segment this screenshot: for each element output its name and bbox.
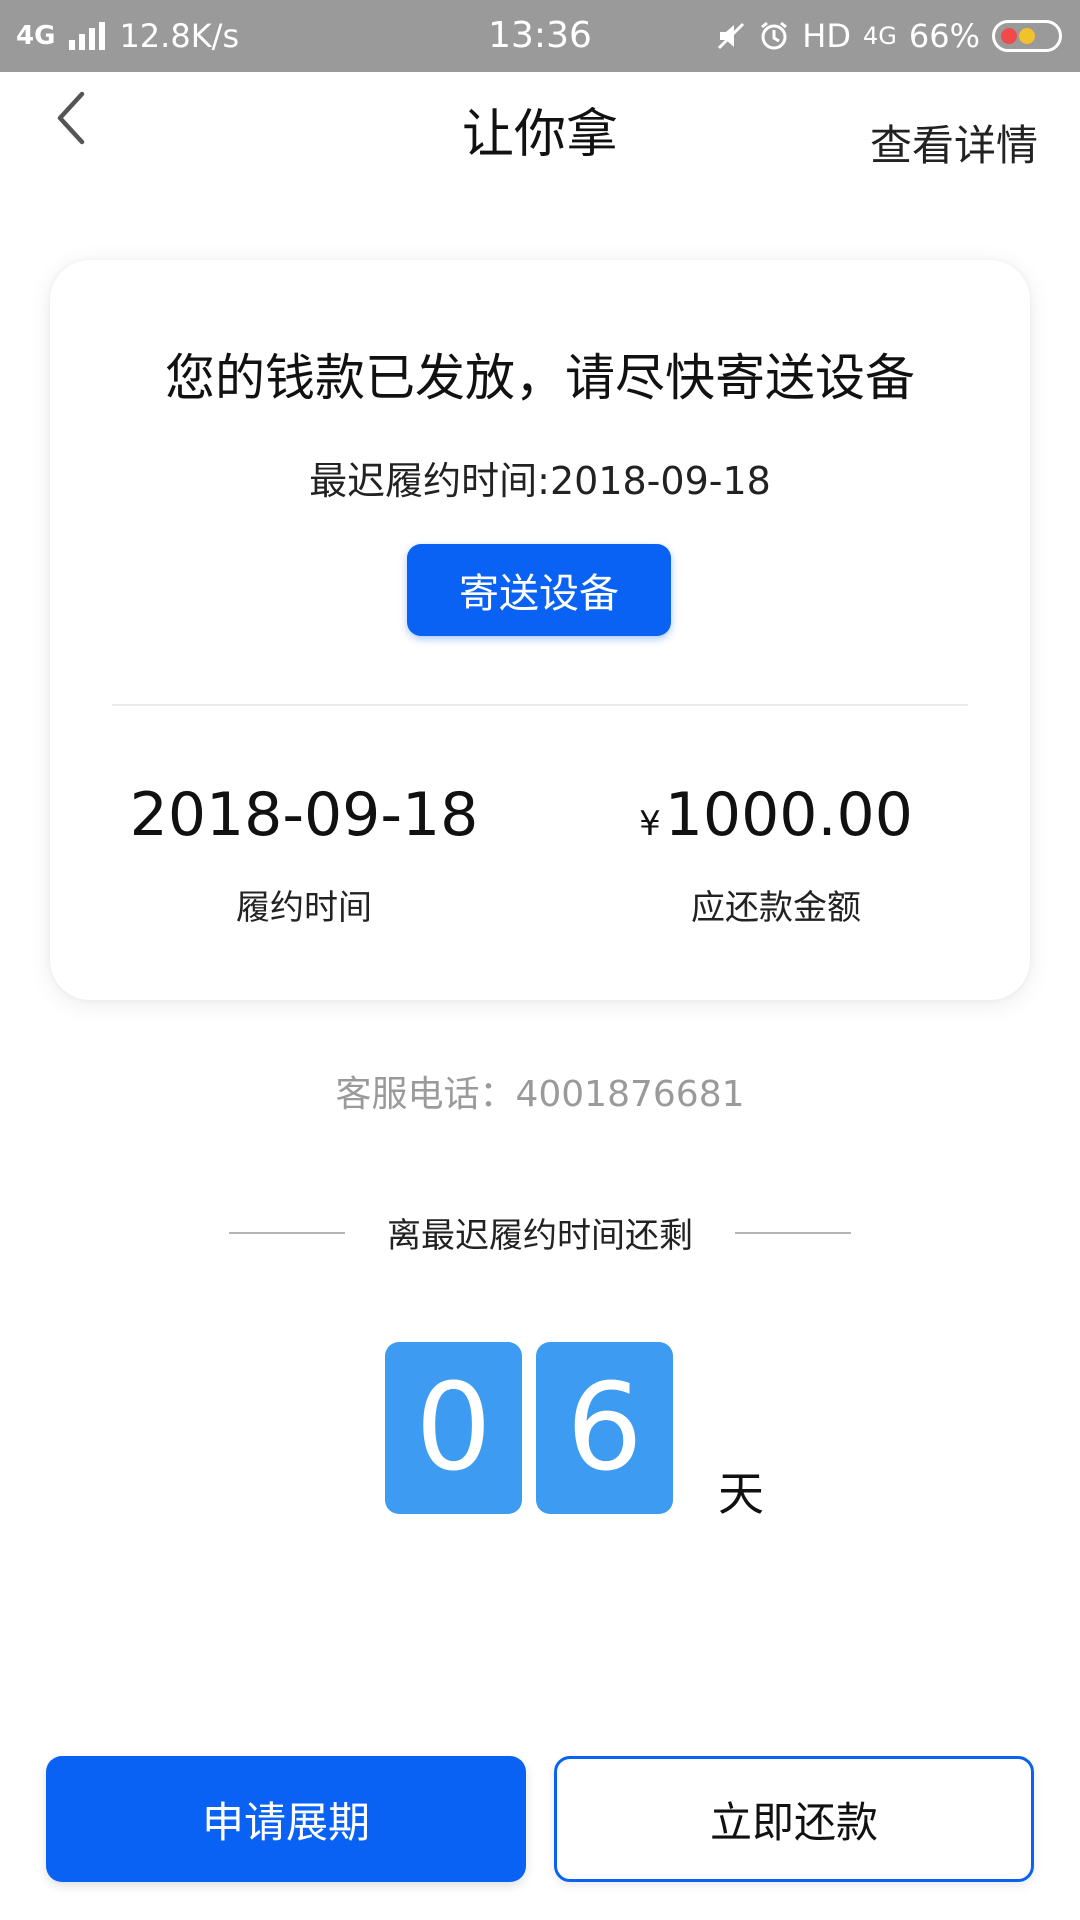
hd-label: HD [802,17,851,55]
signal-icon [69,22,106,50]
customer-service-phone[interactable]: 客服电话：4001876681 [0,1065,1080,1117]
alarm-icon [758,20,790,52]
countdown-label: 离最迟履约时间还剩 [387,1216,693,1256]
status-right: HD 4G 66% [716,0,1062,72]
card-headline: 您的钱款已发放，请尽快寄送设备 [165,349,915,407]
due-date-stat: 2018-09-18 履约时间 [94,780,514,929]
countdown-digits: 0 6 [385,1342,673,1514]
due-date-value: 2018-09-18 [129,780,479,850]
card-divider [112,704,968,706]
status-bar: 4G 12.8K/s 13:36 HD 4G 66% [0,0,1080,72]
amount-value: 1000.00 [664,780,913,850]
apply-extension-button[interactable]: 申请展期 [46,1756,526,1882]
countdown-unit: 天 [718,1467,764,1521]
chevron-left-icon[interactable] [40,86,104,150]
net-badge: 4G [863,22,897,50]
ship-device-button[interactable]: 寄送设备 [407,544,671,636]
battery-percent: 66% [908,17,980,55]
amount-label: 应还款金额 [691,888,861,928]
mute-icon [716,21,746,51]
countdown-digit-ones: 6 [536,1342,673,1514]
amount-value-row: ¥1000.00 [566,780,986,850]
app-screen: 4G 12.8K/s 13:36 HD 4G 66% 让你拿 查看详情 您的钱款… [0,0,1080,1920]
divider-line-right [735,1231,851,1234]
amount-stat: ¥1000.00 应还款金额 [566,780,986,929]
network-speed: 12.8K/s [119,17,240,55]
status-left: 4G 12.8K/s [16,0,239,72]
currency-symbol: ¥ [639,804,661,844]
countdown-digit-tens: 0 [385,1342,522,1514]
due-date-label: 履约时间 [236,888,372,928]
network-type: 4G [16,21,56,51]
title-bar: 让你拿 查看详情 [0,72,1080,182]
loan-status-card: 您的钱款已发放，请尽快寄送设备 最迟履约时间:2018-09-18 寄送设备 2… [50,260,1030,1000]
countdown-header: 离最迟履约时间还剩 [0,1208,1080,1257]
divider-line-left [229,1231,345,1234]
battery-icon [992,20,1062,52]
repay-now-button[interactable]: 立即还款 [554,1756,1034,1882]
view-details-link[interactable]: 查看详情 [870,112,1038,173]
deadline-text: 最迟履约时间:2018-09-18 [309,459,771,503]
